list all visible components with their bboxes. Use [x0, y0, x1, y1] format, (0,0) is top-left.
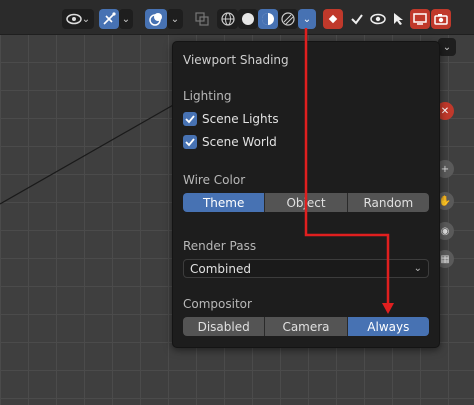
select-icon	[394, 13, 403, 25]
chevron-down-icon: ⌄	[121, 13, 131, 25]
zoom-icon: +	[440, 163, 450, 175]
options-dropdown-button[interactable]: ⌄	[438, 38, 456, 56]
eye-dropdown-icon	[66, 13, 82, 25]
shading-dropdown-button[interactable]: ⌄	[298, 9, 316, 29]
overlays-dropdown-button[interactable]: ⌄	[167, 9, 183, 29]
gizmo-toggle-button[interactable]	[99, 9, 119, 29]
material-preview-shading-button[interactable]	[258, 9, 278, 29]
render-pass-value: Combined	[190, 261, 251, 276]
render-pass-label: Render Pass	[183, 239, 257, 253]
chevron-down-icon: ⌄	[81, 13, 91, 25]
lighting-label: Lighting	[183, 89, 232, 103]
render-pass-select[interactable]: Combined ⌄	[183, 259, 429, 278]
xray-toggle-button[interactable]	[193, 9, 211, 29]
chevron-down-icon: ⌄	[442, 41, 452, 53]
viewport-header: ⌄ ⌄ ⌄ ⌄	[0, 0, 474, 35]
visibility-toggle-button[interactable]	[369, 9, 387, 29]
checkbox-icon	[183, 112, 197, 126]
wire-color-theme-option[interactable]: Theme	[183, 193, 266, 212]
overlays-toggle-button[interactable]	[145, 9, 167, 29]
chevron-down-icon: ⌄	[170, 13, 180, 25]
viewport-edge-line	[0, 103, 176, 205]
render-region-icon	[328, 14, 338, 24]
checkbox-icon	[183, 135, 197, 149]
gizmo-icon	[103, 12, 116, 25]
rendered-shading-button[interactable]	[278, 9, 298, 29]
scene-lights-label: Scene Lights	[202, 112, 279, 126]
wire-color-label: Wire Color	[183, 173, 246, 187]
grid-icon: ▦	[440, 253, 450, 265]
hand-icon: ✋	[438, 195, 452, 207]
compositor-label: Compositor	[183, 297, 252, 311]
scene-world-label: Scene World	[202, 135, 277, 149]
scene-lights-checkbox[interactable]: Scene Lights	[183, 112, 279, 126]
close-icon: ✕	[440, 105, 450, 117]
select-toggle-button[interactable]	[391, 9, 407, 29]
camera-icon	[434, 14, 448, 25]
selectability-checkbox-button[interactable]	[349, 9, 365, 29]
checkbox-icon	[351, 14, 363, 25]
material-preview-icon	[262, 13, 274, 25]
wire-color-random-option[interactable]: Random	[347, 193, 429, 212]
popover-title: Viewport Shading	[183, 53, 289, 67]
solid-icon	[242, 13, 254, 25]
overlay-icon	[149, 13, 162, 26]
visibility-icon	[370, 13, 386, 25]
wireframe-shading-button[interactable]	[217, 9, 238, 29]
viewport-shading-popover: Viewport Shading Lighting Scene Lights S…	[172, 41, 440, 348]
compositor-always-option[interactable]: Always	[347, 317, 429, 336]
wire-color-selector: Theme Object Random	[183, 193, 429, 212]
visibility-dropdown-button[interactable]: ⌄	[62, 9, 94, 29]
render-region-button[interactable]	[323, 9, 343, 29]
rendered-icon	[281, 12, 295, 26]
wire-color-object-option[interactable]: Object	[265, 193, 348, 212]
xray-icon	[195, 12, 209, 26]
chevron-down-icon: ⌄	[413, 263, 422, 274]
viewport-render-button[interactable]	[410, 9, 430, 29]
camera-view-icon: ◉	[440, 225, 450, 237]
compositor-camera-option[interactable]: Camera	[265, 317, 348, 336]
wireframe-icon	[220, 12, 235, 26]
compositor-disabled-option[interactable]: Disabled	[183, 317, 266, 336]
compositor-selector: Disabled Camera Always	[183, 317, 429, 336]
render-camera-button[interactable]	[431, 9, 451, 29]
gizmo-dropdown-button[interactable]: ⌄	[119, 9, 133, 29]
solid-shading-button[interactable]	[238, 9, 258, 29]
shading-dropdown-icon: ⌄	[302, 13, 312, 25]
scene-world-checkbox[interactable]: Scene World	[183, 135, 277, 149]
screen-icon	[413, 13, 427, 25]
